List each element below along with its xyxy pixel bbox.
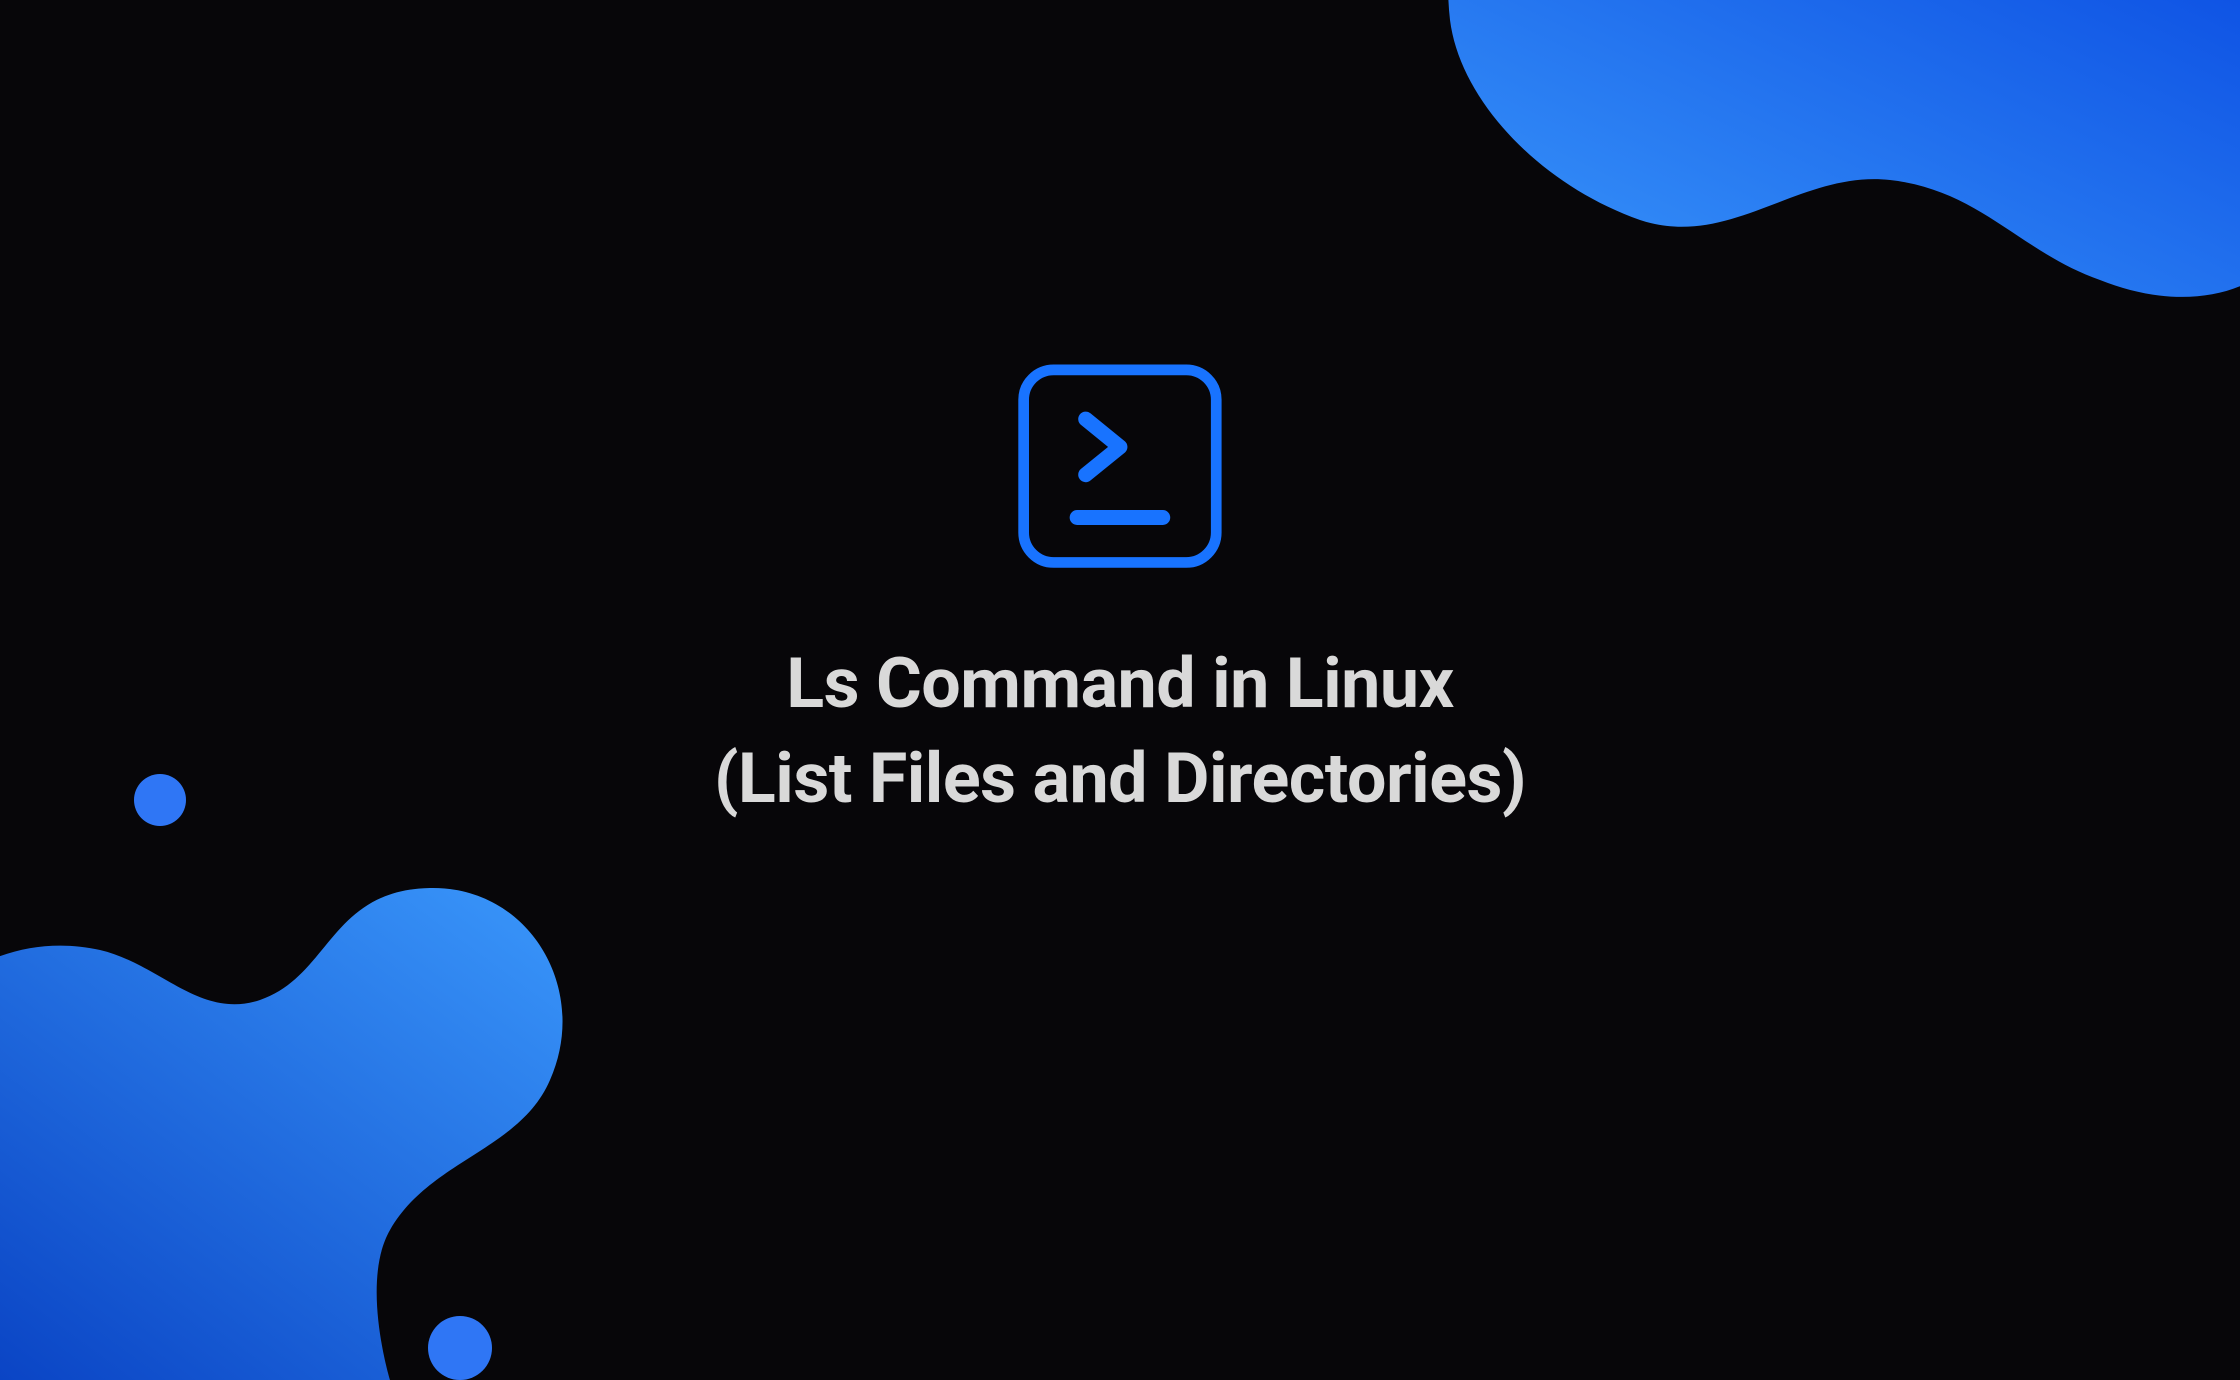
hero-title-line1: Ls Command in Linux	[786, 643, 1453, 725]
hero-title-line2: (List Files and Directories)	[714, 738, 1526, 820]
terminal-icon	[1013, 359, 1227, 573]
hero-title: Ls Command in Linux (List Files and Dire…	[714, 637, 1526, 826]
hero-icon	[1013, 359, 1227, 573]
hero-content: Ls Command in Linux (List Files and Dire…	[714, 359, 1526, 826]
decorative-blob-bottom-left	[0, 740, 670, 1380]
decorative-blob-top-right	[1420, 0, 2240, 440]
